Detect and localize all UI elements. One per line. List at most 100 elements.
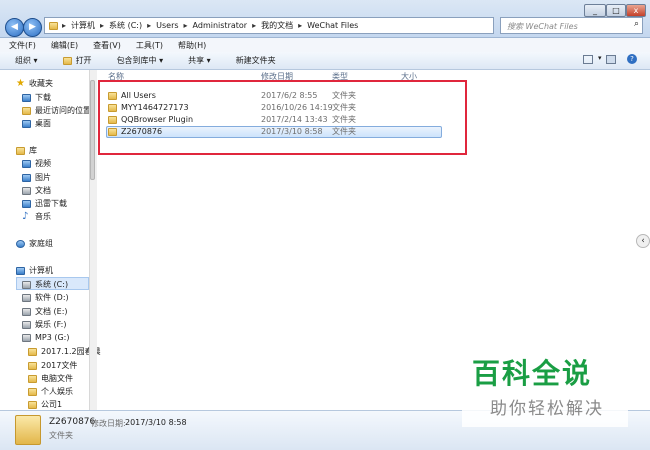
nav-label: MP3 (G:) bbox=[35, 333, 70, 342]
nav-folder-pc-files[interactable]: 电脑文件 bbox=[28, 373, 73, 384]
drive-icon bbox=[22, 280, 31, 289]
nav-label: 图片 bbox=[35, 173, 51, 182]
address-bar[interactable]: ▸ 计算机 ▸ 系统 (C:) ▸ Users ▸ Administrator … bbox=[44, 17, 494, 34]
nav-label: 下载 bbox=[35, 93, 51, 102]
folder-icon bbox=[28, 361, 37, 370]
nav-label: 系统 (C:) bbox=[35, 280, 69, 289]
nav-drive-d[interactable]: 软件 (D:) bbox=[22, 292, 69, 303]
nav-folder-entertainment[interactable]: 个人娱乐 bbox=[28, 386, 73, 397]
nav-downloads[interactable]: 下载 bbox=[22, 92, 51, 103]
nav-folder-company1[interactable]: 公司1 bbox=[28, 399, 62, 410]
nav-recent-places[interactable]: 最近访问的位置 bbox=[22, 105, 91, 116]
nav-documents[interactable]: 文档 bbox=[22, 185, 51, 196]
menu-edit[interactable]: 编辑(E) bbox=[42, 40, 84, 51]
new-folder-button[interactable]: 新建文件夹 bbox=[221, 55, 286, 66]
breadcrumb-computer[interactable]: 计算机 bbox=[71, 20, 95, 31]
highlight-annotation-box bbox=[98, 80, 467, 155]
back-button[interactable]: ◀ bbox=[5, 18, 24, 37]
nav-folder-2017-files[interactable]: 2017文件 bbox=[28, 360, 77, 371]
nav-drive-g[interactable]: MP3 (G:) bbox=[22, 333, 70, 342]
star-icon: ★ bbox=[16, 77, 25, 89]
chevron-right-icon: ▸ bbox=[100, 21, 105, 30]
search-input[interactable]: 搜索 WeChat Files bbox=[500, 17, 643, 34]
nav-computer[interactable]: 计算机 bbox=[16, 265, 53, 276]
nav-videos[interactable]: 视频 bbox=[22, 158, 51, 169]
homegroup-icon bbox=[16, 239, 25, 248]
nav-drive-e[interactable]: 文档 (E:) bbox=[22, 306, 68, 317]
details-file-name: Z2670876 bbox=[49, 417, 96, 427]
menu-bar: 文件(F) 编辑(E) 查看(V) 工具(T) 帮助(H) bbox=[0, 38, 650, 52]
details-file-type: 文件夹 bbox=[49, 431, 73, 440]
nav-music[interactable]: ♪ 音乐 bbox=[22, 211, 51, 222]
organize-button[interactable]: 组织 ▾ bbox=[0, 55, 48, 66]
help-icon[interactable]: ? bbox=[627, 54, 637, 64]
nav-desktop[interactable]: 桌面 bbox=[22, 118, 51, 129]
nav-label: 文档 (E:) bbox=[35, 307, 68, 316]
folder-icon bbox=[28, 374, 37, 383]
details-modified-label: 修改日期: bbox=[91, 419, 126, 428]
forward-button[interactable]: ▶ bbox=[23, 18, 42, 37]
menu-view[interactable]: 查看(V) bbox=[84, 40, 127, 51]
breadcrumb-wechat-files[interactable]: WeChat Files bbox=[307, 21, 358, 30]
folder-icon bbox=[28, 347, 37, 356]
drive-icon bbox=[22, 320, 31, 329]
toolbar: 组织 ▾ 打开 包含到库中 ▾ 共享 ▾ 新建文件夹 bbox=[0, 52, 650, 70]
nav-label: 音乐 bbox=[35, 212, 51, 221]
folder-open-icon bbox=[62, 56, 72, 65]
minimize-button[interactable]: _ bbox=[584, 4, 606, 17]
menu-help[interactable]: 帮助(H) bbox=[169, 40, 212, 51]
nav-libraries[interactable]: 库 bbox=[16, 145, 37, 156]
video-icon bbox=[22, 159, 31, 168]
preview-pane-icon[interactable] bbox=[606, 55, 616, 64]
nav-label: 2017文件 bbox=[41, 361, 78, 370]
nav-label: 迅雷下载 bbox=[35, 199, 67, 208]
folder-icon bbox=[28, 400, 37, 409]
picture-icon bbox=[22, 173, 31, 182]
column-headers: 名称 修改日期 类型 大小 bbox=[97, 70, 637, 81]
include-in-library-button[interactable]: 包含到库中 ▾ bbox=[102, 55, 174, 66]
library-icon bbox=[16, 146, 25, 155]
document-icon bbox=[22, 186, 31, 195]
view-options-icon[interactable] bbox=[583, 55, 593, 64]
chevron-right-icon: ▸ bbox=[252, 21, 257, 30]
nav-label: 文档 bbox=[35, 186, 51, 195]
recent-places-icon bbox=[22, 106, 31, 115]
computer-icon bbox=[16, 266, 25, 275]
close-button[interactable]: x bbox=[626, 4, 646, 17]
breadcrumb-users[interactable]: Users bbox=[156, 21, 178, 30]
chevron-right-icon: ▸ bbox=[298, 21, 303, 30]
watermark-title: 百科全说 bbox=[472, 357, 593, 390]
download-icon bbox=[22, 93, 31, 102]
folder-icon bbox=[49, 21, 58, 30]
nav-label: 公司1 bbox=[41, 400, 63, 409]
chevron-left-icon[interactable]: ‹ bbox=[636, 234, 650, 248]
nav-label: 娱乐 (F:) bbox=[35, 320, 67, 329]
chevron-right-icon: ▸ bbox=[147, 21, 152, 30]
nav-scrollbar-thumb[interactable] bbox=[90, 80, 95, 180]
chevron-down-icon[interactable]: ▾ bbox=[598, 54, 602, 62]
maximize-button[interactable]: □ bbox=[606, 4, 626, 17]
breadcrumb-administrator[interactable]: Administrator bbox=[193, 21, 248, 30]
nav-label: 个人娱乐 bbox=[41, 387, 73, 396]
nav-pictures[interactable]: 图片 bbox=[22, 172, 51, 183]
breadcrumb-system-c[interactable]: 系统 (C:) bbox=[109, 20, 142, 31]
nav-label: 家庭组 bbox=[29, 239, 53, 248]
open-button[interactable]: 打开 bbox=[48, 55, 102, 66]
search-icon[interactable]: ⌕ bbox=[634, 19, 639, 29]
watermark-subtitle: 助你轻松解决 bbox=[490, 399, 604, 419]
menu-tools[interactable]: 工具(T) bbox=[127, 40, 169, 51]
chevron-right-icon: ▸ bbox=[62, 21, 67, 30]
chevron-right-icon: ▸ bbox=[183, 21, 188, 30]
menu-file[interactable]: 文件(F) bbox=[0, 40, 42, 51]
thunder-icon bbox=[22, 199, 31, 208]
music-icon: ♪ bbox=[22, 210, 29, 222]
nav-thunder-downloads[interactable]: 迅雷下载 bbox=[22, 198, 67, 209]
folder-icon bbox=[15, 415, 41, 445]
nav-label: 最近访问的位置 bbox=[35, 106, 91, 115]
nav-homegroup[interactable]: 家庭组 bbox=[16, 238, 53, 249]
breadcrumb-my-documents[interactable]: 我的文档 bbox=[261, 20, 293, 31]
nav-drive-f[interactable]: 娱乐 (F:) bbox=[22, 319, 66, 330]
nav-favorites[interactable]: ★ 收藏夹 bbox=[16, 78, 53, 89]
share-button[interactable]: 共享 ▾ bbox=[173, 55, 221, 66]
nav-drive-c[interactable]: 系统 (C:) bbox=[22, 279, 68, 290]
